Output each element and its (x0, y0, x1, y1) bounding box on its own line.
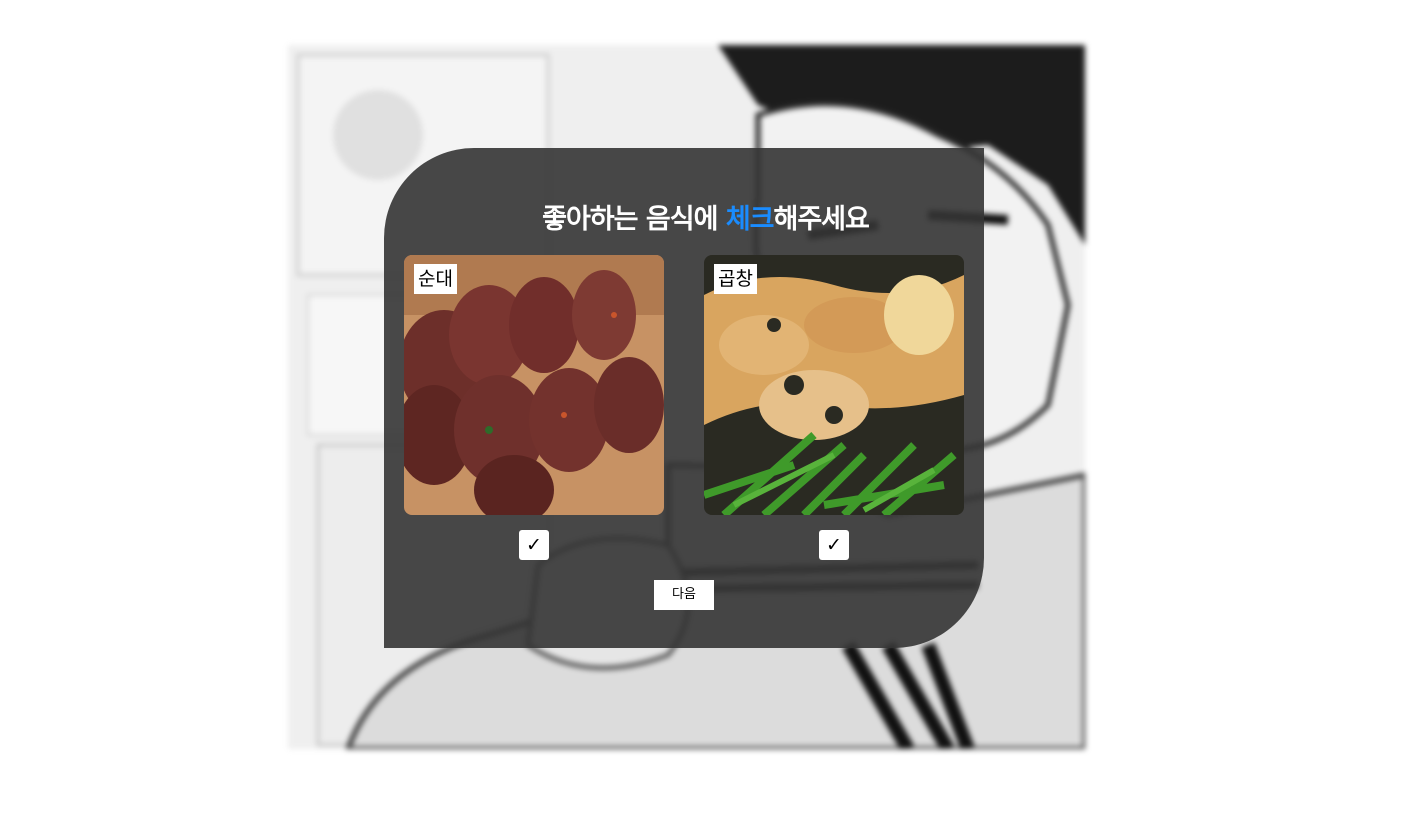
checkbox-gopchang[interactable]: ✓ (819, 530, 849, 560)
next-button[interactable]: 다음 (654, 580, 714, 610)
title-text-end: 해주세요 (773, 204, 870, 235)
checkbox-sundae[interactable]: ✓ (519, 530, 549, 560)
food-card-gopchang[interactable]: 곱창 (704, 255, 964, 515)
title-text: 좋아하는 음식에 (542, 204, 726, 235)
food-label: 곱창 (714, 264, 757, 294)
page: 좋아하는 음식에 체크해주세요 순대 곱창 ✓ ✓ 다음 (0, 0, 1411, 818)
food-card-sundae[interactable]: 순대 (404, 255, 664, 515)
sundae-photo (404, 255, 664, 515)
title-accent-text: 체크 (725, 204, 775, 235)
page-title: 좋아하는 음식에 체크해주세요 (0, 200, 1411, 240)
food-label: 순대 (414, 264, 457, 294)
gopchang-photo (704, 255, 964, 515)
